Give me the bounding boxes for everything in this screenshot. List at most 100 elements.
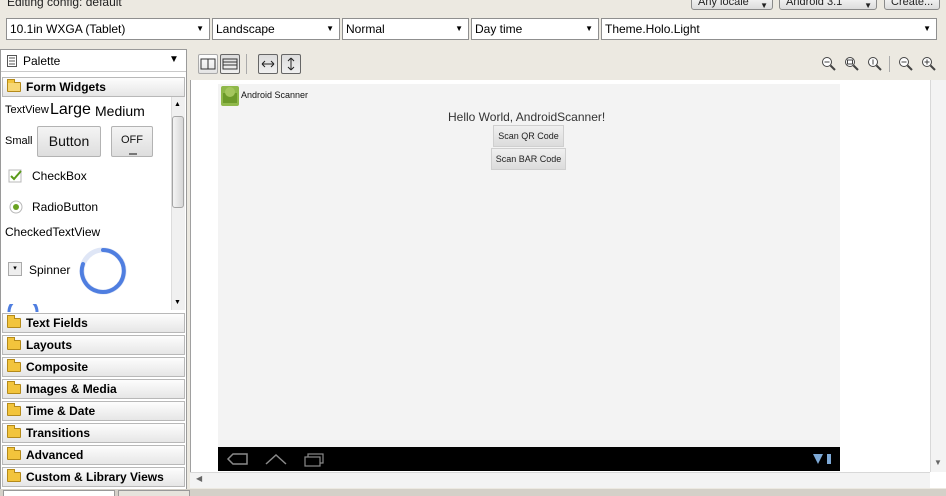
tab-graphical-layout[interactable] bbox=[3, 490, 115, 496]
widget-button[interactable]: Button bbox=[37, 126, 101, 157]
radiobutton-label: RadioButton bbox=[32, 200, 99, 214]
orientation-value: Landscape bbox=[216, 22, 275, 36]
category-label: Time & Date bbox=[26, 404, 96, 418]
folder-icon bbox=[7, 447, 21, 460]
toggle-label: OFF bbox=[121, 134, 143, 146]
category-label: Custom & Library Views bbox=[26, 470, 164, 484]
folder-icon bbox=[7, 359, 21, 372]
back-icon[interactable] bbox=[225, 451, 251, 467]
horizontal-arrows-icon bbox=[261, 60, 275, 68]
toggle-indicator bbox=[129, 153, 137, 155]
category-layouts[interactable]: Layouts bbox=[2, 335, 185, 355]
spinner-label: Spinner bbox=[29, 263, 71, 277]
tab-xml[interactable] bbox=[118, 490, 190, 496]
widget-checkedtextview[interactable]: CheckedTextView bbox=[5, 225, 100, 239]
spinner-icon: ▾ bbox=[8, 262, 22, 276]
layout-stacked-button[interactable] bbox=[220, 54, 240, 74]
layout-side-by-side-button[interactable] bbox=[198, 54, 218, 74]
zoom-fit-icon[interactable] bbox=[844, 56, 860, 72]
category-custom-library-views[interactable]: Custom & Library Views bbox=[2, 467, 185, 487]
home-icon[interactable] bbox=[264, 451, 288, 467]
category-label: Layouts bbox=[26, 338, 73, 352]
palette-icon bbox=[7, 55, 17, 67]
canvas-horizontal-scrollbar[interactable] bbox=[190, 472, 930, 488]
widget-textview[interactable]: TextView bbox=[5, 104, 49, 116]
status-signal-icon bbox=[813, 454, 831, 464]
scan-qr-button[interactable]: Scan QR Code bbox=[493, 125, 564, 147]
category-form-widgets[interactable]: Form Widgets bbox=[2, 77, 185, 97]
palette-scroll-thumb[interactable] bbox=[172, 116, 184, 208]
folder-icon bbox=[7, 425, 21, 438]
radio-selected-icon bbox=[9, 200, 23, 214]
category-label: Form Widgets bbox=[26, 80, 106, 94]
folder-icon bbox=[7, 315, 21, 328]
category-label: Advanced bbox=[26, 448, 84, 462]
category-composite[interactable]: Composite bbox=[2, 357, 185, 377]
folder-icon bbox=[7, 337, 21, 350]
category-time-date[interactable]: Time & Date bbox=[2, 401, 185, 421]
scroll-up-arrow-icon[interactable]: ▲ bbox=[174, 101, 181, 108]
checkbox-label: CheckBox bbox=[32, 169, 87, 183]
fill-width-button[interactable] bbox=[258, 54, 278, 74]
category-transitions[interactable]: Transitions bbox=[2, 423, 185, 443]
category-label: Text Fields bbox=[26, 316, 88, 330]
scroll-down-arrow-icon[interactable]: ▼ bbox=[174, 299, 181, 306]
chevron-down-icon: ▼ bbox=[585, 24, 593, 33]
recent-apps-icon[interactable] bbox=[302, 451, 326, 467]
fill-height-button[interactable] bbox=[281, 54, 301, 74]
toolbar-divider bbox=[889, 56, 890, 72]
android-app-icon bbox=[221, 86, 239, 106]
category-text-fields[interactable]: Text Fields bbox=[2, 313, 185, 333]
chevron-down-icon: ▼ bbox=[923, 24, 931, 33]
chevron-down-icon: ▼ bbox=[196, 24, 204, 33]
progress-bar-partial-icon bbox=[7, 304, 39, 312]
editing-config-label: Editing config: default bbox=[7, 0, 122, 9]
time-value: Day time bbox=[475, 22, 523, 36]
chevron-down-icon: ▼ bbox=[326, 24, 334, 33]
android-version-dropdown[interactable]: Android 3.1 ▼ bbox=[779, 0, 877, 10]
zoom-actual-icon[interactable] bbox=[867, 56, 883, 72]
scroll-left-arrow-icon[interactable]: ◀ bbox=[196, 474, 202, 483]
widget-toggle-button[interactable]: OFF bbox=[111, 126, 153, 157]
scroll-down-arrow-icon[interactable]: ▼ bbox=[934, 458, 942, 467]
folder-icon bbox=[7, 403, 21, 416]
folder-icon bbox=[7, 381, 21, 394]
widget-checkbox[interactable]: CheckBox bbox=[8, 168, 87, 187]
zoom-emulate-icon[interactable] bbox=[821, 56, 837, 72]
canvas-vertical-scrollbar[interactable] bbox=[930, 80, 946, 472]
split-vertical-icon bbox=[200, 58, 216, 70]
android-version-value: Android 3.1 bbox=[786, 0, 843, 8]
palette-header[interactable]: Palette ▼ bbox=[1, 50, 186, 72]
orientation-dropdown[interactable]: Landscape ▼ bbox=[212, 18, 340, 40]
zoom-out-icon[interactable] bbox=[898, 56, 914, 72]
progress-bar-large-icon[interactable] bbox=[78, 246, 128, 296]
widget-large-text[interactable]: Large bbox=[50, 101, 91, 119]
palette-menu-icon[interactable]: ▼ bbox=[169, 54, 179, 65]
scan-bar-button[interactable]: Scan BAR Code bbox=[491, 148, 566, 170]
mode-dropdown[interactable]: Normal ▼ bbox=[342, 18, 469, 40]
mode-value: Normal bbox=[346, 22, 385, 36]
chevron-down-icon: ▼ bbox=[760, 1, 768, 10]
palette-title: Palette bbox=[23, 54, 61, 68]
vertical-arrows-icon bbox=[287, 57, 295, 71]
category-label: Transitions bbox=[26, 426, 91, 440]
toolbar-divider bbox=[246, 54, 247, 74]
device-dropdown[interactable]: 10.1in WXGA (Tablet) ▼ bbox=[6, 18, 210, 40]
zoom-in-icon[interactable] bbox=[921, 56, 937, 72]
device-value: 10.1in WXGA (Tablet) bbox=[10, 22, 126, 36]
widget-small-text[interactable]: Small bbox=[5, 135, 33, 147]
time-dropdown[interactable]: Day time ▼ bbox=[471, 18, 599, 40]
widget-medium-text[interactable]: Medium bbox=[95, 103, 145, 119]
category-images-media[interactable]: Images & Media bbox=[2, 379, 185, 399]
widget-radiobutton[interactable]: RadioButton bbox=[8, 199, 98, 218]
hello-text: Hello World, AndroidScanner! bbox=[448, 110, 606, 124]
locale-value: Any locale bbox=[698, 0, 749, 8]
category-label: Composite bbox=[26, 360, 89, 374]
chevron-down-icon: ▼ bbox=[864, 1, 872, 10]
chevron-down-icon: ▼ bbox=[455, 24, 463, 33]
category-advanced[interactable]: Advanced bbox=[2, 445, 185, 465]
checkbox-checked-icon bbox=[8, 169, 22, 183]
create-button[interactable]: Create... bbox=[884, 0, 940, 10]
locale-dropdown[interactable]: Any locale ▼ bbox=[691, 0, 773, 10]
theme-dropdown[interactable]: Theme.Holo.Light ▼ bbox=[601, 18, 937, 40]
